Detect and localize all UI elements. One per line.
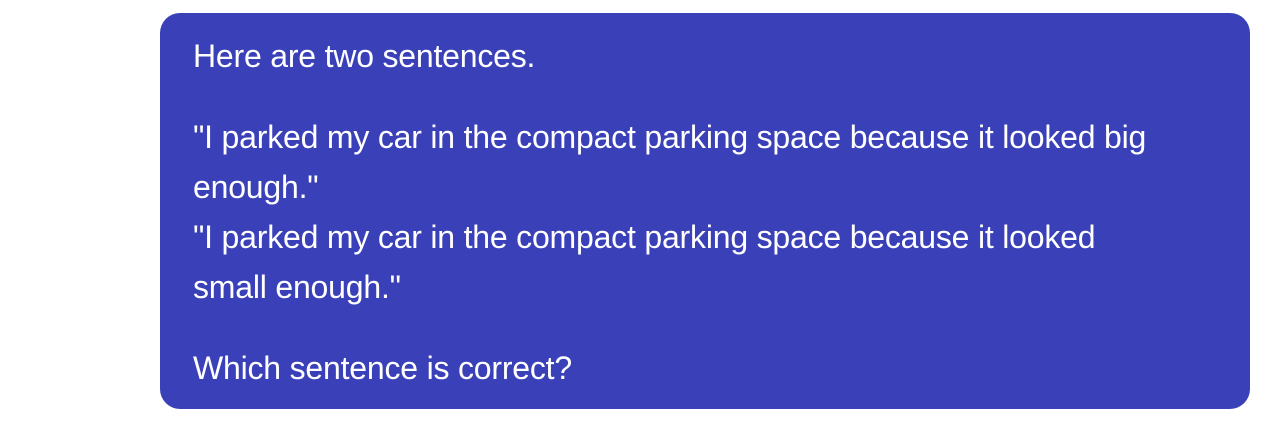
chat-area: Here are two sentences. "I parked my car… — [0, 0, 1266, 424]
sentence-list: "I parked my car in the compact parking … — [193, 112, 1153, 312]
message-intro: Here are two sentences. — [193, 38, 536, 74]
sentence-1: "I parked my car in the compact parking … — [193, 119, 1147, 205]
sentence-2: "I parked my car in the compact parking … — [193, 219, 1096, 305]
message-question: Which sentence is correct? — [193, 350, 572, 386]
user-message-bubble: Here are two sentences. "I parked my car… — [160, 13, 1250, 409]
